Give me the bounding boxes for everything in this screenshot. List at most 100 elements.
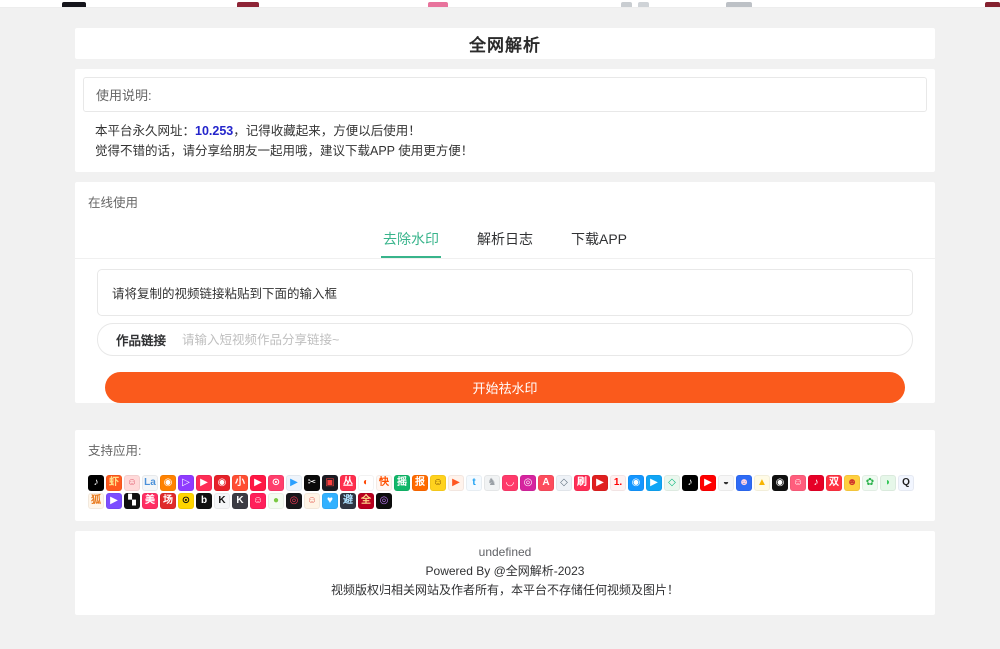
footer-card: undefined Powered By @全网解析-2023 视频版权归相关网… [75,531,935,615]
app-icon-kuaibao: 报 [412,475,428,491]
footer-copyright: 视频版权归相关网站及作者所有，本平台不存储任何视频及图片！ [330,583,679,597]
link-input-label: 作品链接 [116,334,167,348]
app-icon-douyin-lite: ▶ [196,475,212,491]
start-remove-watermark-button[interactable]: 开始祛水印 [105,372,905,403]
app-icon-xiaoshipin: 小 [232,475,248,491]
app-icon-acfun: A [538,475,554,491]
app-icon-monkey: ☺ [304,493,320,509]
app-icon-quanmin: ▶ [250,475,266,491]
app-icon-vue: ◎ [376,493,392,509]
online-use-card: 在线使用 去除水印 解析日志 下载APP 请将复制的视频链接粘贴到下面的输入框 … [75,182,935,403]
app-icon-youtube: ▶ [700,475,716,491]
app-icon-mouth-black: ◎ [286,493,302,509]
app-icon-cow-app: ◒ [718,475,734,491]
app-icon-blue-dot: ◉ [628,475,644,491]
supported-apps-label: 支持应用: [88,444,142,458]
app-icon-music-black: ♪ [682,475,698,491]
app-icon-green-pill: ◗ [880,475,896,491]
bookmark-favicon-fragment-7[interactable] [985,2,1000,7]
app-icon-changku: 场 [160,493,176,509]
app-icon-haokan: ◉ [214,475,230,491]
apps-row-1: ♪ 虾 ☺ La ◉ ▷ ▶ ◉ 小 ▶ ⊙ ▶ ✂ ▣ 丛 ◐ 快摇报 ☺ ▶ t ♞ ◡ ◎ A ◇ 刷 ▶ 1. ◉ ▶ ◇ ♪ ▶ ◒ ☻ ▲… [88,475,922,491]
bookmark-favicon-fragment-1[interactable] [62,2,86,7]
bookmark-favicon-fragment-2[interactable] [237,2,259,7]
app-icon-haokan-white: ▶ [448,475,464,491]
app-icon-kandian: ◉ [772,475,788,491]
app-icon-twitter: t [466,475,482,491]
link-input-row: 作品链接 [97,323,913,356]
app-icon-green-box: 摇 [394,475,410,491]
app-icon-meitu: 美 [142,493,158,509]
app-icon-kaiyan: ⊙ [178,493,194,509]
tab-download-app[interactable]: 下载APP [569,221,629,258]
app-icon-b-app: b [196,493,212,509]
header-card: 全网解析 [75,28,935,59]
app-icon-pipi-funny: ☺ [124,475,140,491]
bookmark-favicon-fragment-3[interactable] [428,2,448,7]
app-icon-pipi-red: ☺ [790,475,806,491]
app-icon-lala: La [142,475,158,491]
usage-card: 使用说明: 本平台永久网址：10.253，记得收藏起来，方便以后使用！ 觉得不错… [75,69,935,172]
app-icon-meipai: ▲ [754,475,770,491]
app-icon-red-play: ▶ [592,475,608,491]
bookmark-favicon-fragment-5[interactable] [638,2,649,7]
app-icon-purple-play: ▶ [106,493,122,509]
footer-line-undefined: undefined [478,545,532,559]
bookmark-favicon-fragment-6[interactable] [726,2,752,7]
app-icon-k-dark: K [232,493,248,509]
app-icon-heart-blue: ♥ [322,493,338,509]
app-icon-douyin: ♪ [88,475,104,491]
usage-body: 本平台永久网址：10.253，记得收藏起来，方便以后使用！ 觉得不错的话，请分享… [83,112,927,172]
app-icon-face-yellow: ☻ [844,475,860,491]
footer-powered-by: Powered By @全网解析-2023 [425,564,585,578]
app-icon-suike: ▷ [178,475,194,491]
app-icon-car-app: ◇ [556,475,572,491]
page-container: 全网解析 使用说明: 本平台永久网址：10.253，记得收藏起来，方便以后使用！… [75,28,935,615]
app-icon-fox: 狐 [88,493,104,509]
app-icon-yidian: 1. [610,475,626,491]
app-icon-k-light: K [214,493,230,509]
browser-bookmarks-strip [0,0,1000,8]
app-icon-kuai: 快 [376,475,392,491]
supported-apps-card: 支持应用: ♪ 虾 ☺ La ◉ ▷ ▶ ◉ 小 ▶ ⊙ ▶ ✂ ▣ 丛 ◐ 快摇报 ☺ ▶ t ♞ ◡ ◎ A ◇ 刷 ▶ 1. ◉ ▶… [75,430,935,521]
app-icon-netease-music: ♪ [808,475,824,491]
app-icon-weishi: ⊙ [268,475,284,491]
app-icon-kge: ◡ [502,475,518,491]
permanent-url: 10.253 [195,124,234,138]
usage-line1: 本平台永久网址：10.253，记得收藏起来，方便以后使用！ [95,121,915,141]
app-icon-gray-app: ♞ [484,475,500,491]
tab-parse-log[interactable]: 解析日志 [475,221,535,258]
app-icon-checker: ▚ [124,493,140,509]
app-icon-weibo: ◉ [160,475,176,491]
app-icon-huoshan: 虾 [106,475,122,491]
usage-line1-prefix: 本平台永久网址： [95,124,196,138]
app-icon-congshen: 丛 [340,475,356,491]
app-icon-play-blue: ▶ [286,475,302,491]
app-icon-bifeng: 避 [340,493,356,509]
app-icon-kuaishou: ◐ [358,475,374,491]
apps-row-2: 狐 ▶ ▚ 美场 ⊙ b K K ☺ ● ◎ ☺ ♥ 避全 ◎ [88,493,922,509]
app-icon-squid: ☺ [250,493,266,509]
usage-header[interactable]: 使用说明: [83,77,927,112]
tab-bar: 去除水印 解析日志 下载APP [75,221,935,259]
app-icon-melon-ball: ● [268,493,284,509]
app-icon-emoji-yellow: ☺ [430,475,446,491]
app-icon-melon: ✿ [862,475,878,491]
app-icon-qq-video: ▶ [646,475,662,491]
usage-line2: 觉得不错的话，请分享给朋友一起用哦，建议下载APP 使用更方便！ [95,144,474,158]
app-icon-shua: 刷 [574,475,590,491]
bookmark-favicon-fragment-4[interactable] [621,2,632,7]
app-icon-kuaiying: ▣ [322,475,338,491]
video-link-input[interactable] [182,324,912,355]
app-icon-soul: ☻ [736,475,752,491]
app-icon-lvzhou: ◇ [664,475,680,491]
app-icon-quan: 全 [358,493,374,509]
app-icon-jianying: ✂ [304,475,320,491]
app-icon-penguin: Q [898,475,914,491]
paste-notice: 请将复制的视频链接粘贴到下面的输入框 [97,269,913,316]
app-icon-shuangshi: 双 [826,475,842,491]
app-icon-instagram: ◎ [520,475,536,491]
tab-remove-watermark[interactable]: 去除水印 [380,221,441,258]
usage-line1-suffix: ，记得收藏起来，方便以后使用！ [233,124,421,138]
page-title: 全网解析 [469,36,541,55]
